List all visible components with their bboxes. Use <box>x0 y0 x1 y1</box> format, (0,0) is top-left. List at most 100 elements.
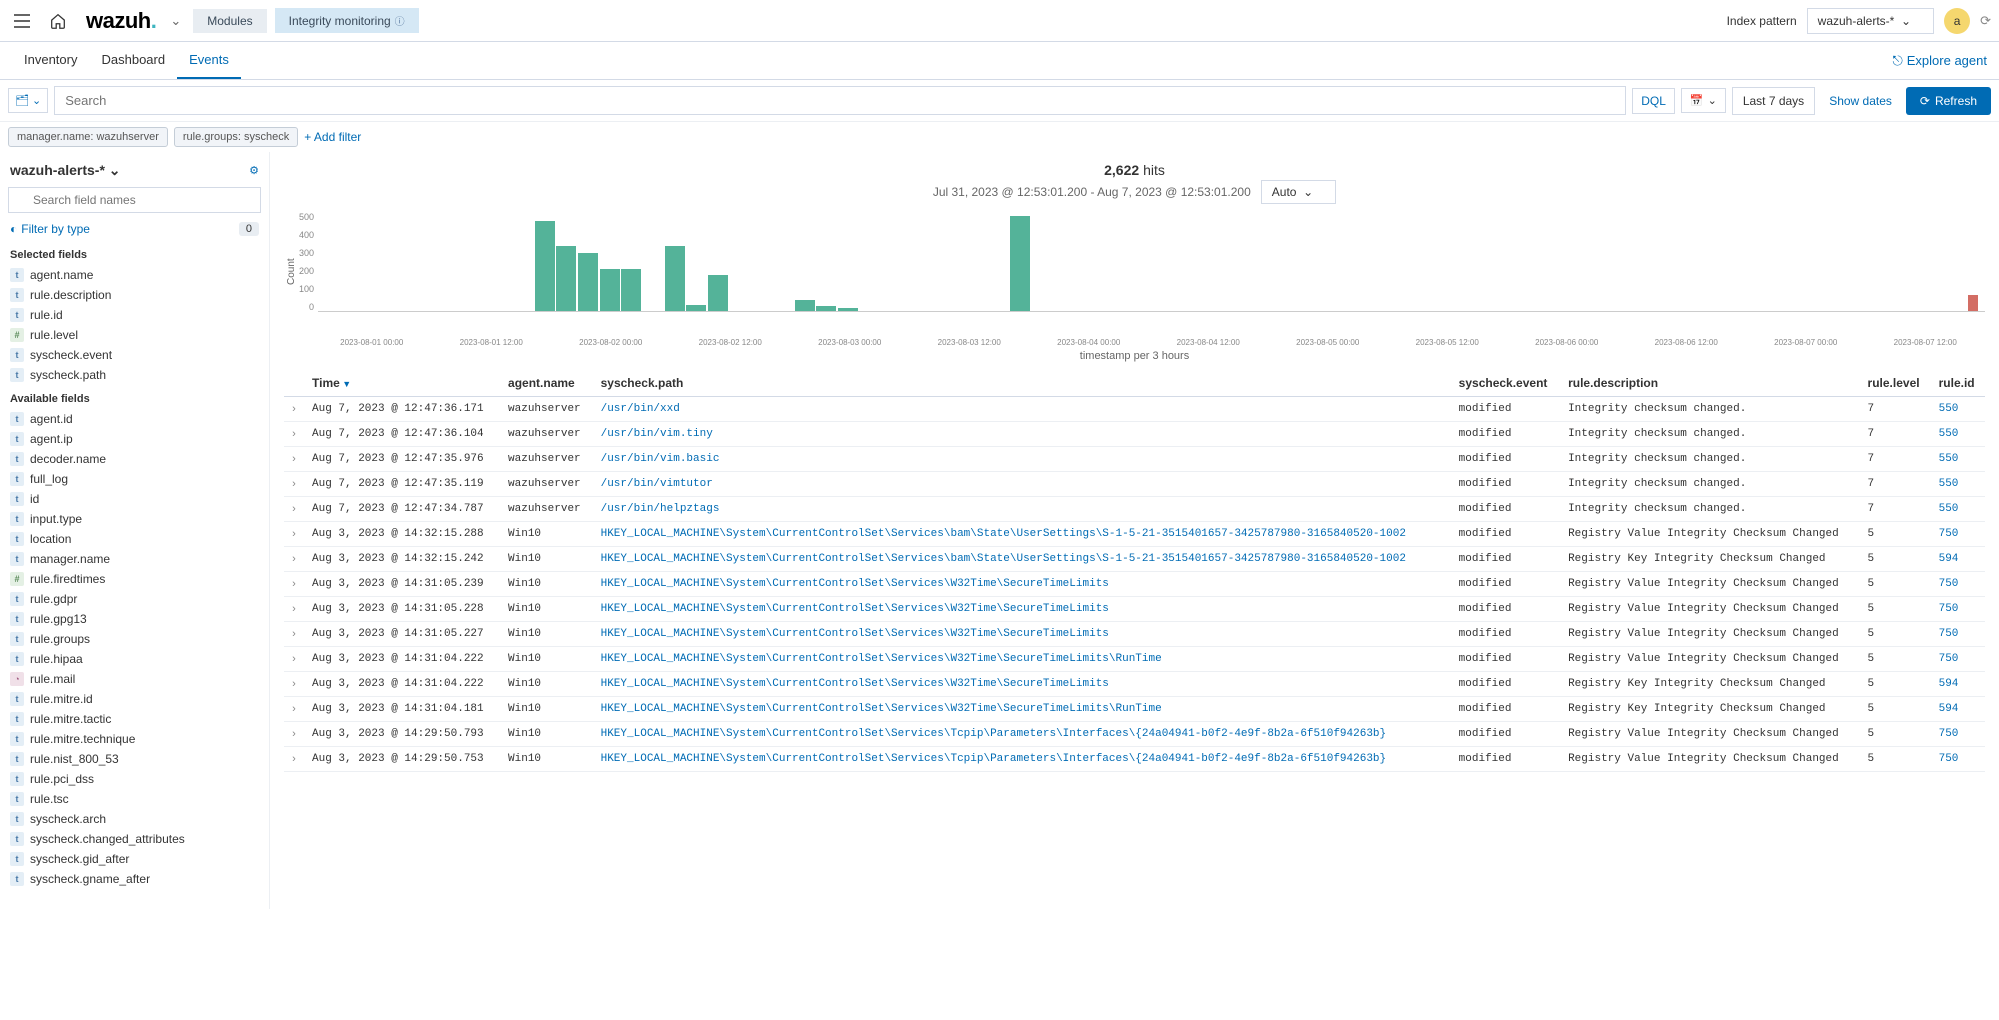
cell-rule-id[interactable]: 750 <box>1931 747 1985 772</box>
field-item[interactable]: tagent.name <box>8 265 261 285</box>
expand-row-icon[interactable]: › <box>284 747 304 772</box>
field-item[interactable]: tlocation <box>8 529 261 549</box>
cell-path[interactable]: HKEY_LOCAL_MACHINE\System\CurrentControl… <box>593 522 1451 547</box>
cell-path[interactable]: HKEY_LOCAL_MACHINE\System\CurrentControl… <box>593 697 1451 722</box>
interval-select[interactable]: Auto ⌄ <box>1261 180 1336 204</box>
histogram-bar[interactable] <box>556 246 576 311</box>
cell-rule-id[interactable]: 750 <box>1931 597 1985 622</box>
field-item[interactable]: trule.mitre.technique <box>8 729 261 749</box>
menu-icon[interactable] <box>8 7 36 35</box>
cell-rule-id[interactable]: 550 <box>1931 397 1985 422</box>
cell-rule-id[interactable]: 594 <box>1931 547 1985 572</box>
histogram-bar[interactable] <box>621 269 641 311</box>
field-item[interactable]: tmanager.name <box>8 549 261 569</box>
filter-pill[interactable]: rule.groups: syscheck <box>174 127 298 147</box>
field-item[interactable]: tdecoder.name <box>8 449 261 469</box>
field-search-input[interactable] <box>8 187 261 213</box>
field-item[interactable]: trule.mitre.id <box>8 689 261 709</box>
histogram-bar[interactable] <box>708 275 728 311</box>
date-range[interactable]: Last 7 days <box>1732 87 1815 115</box>
filter-pill[interactable]: manager.name: wazuhserver <box>8 127 168 147</box>
cell-path[interactable]: HKEY_LOCAL_MACHINE\System\CurrentControl… <box>593 547 1451 572</box>
histogram-bar[interactable] <box>665 246 685 311</box>
column-header[interactable]: rule.level <box>1860 370 1931 397</box>
histogram-bar[interactable] <box>795 300 815 311</box>
expand-row-icon[interactable]: › <box>284 497 304 522</box>
cell-rule-id[interactable]: 750 <box>1931 572 1985 597</box>
cell-rule-id[interactable]: 750 <box>1931 522 1985 547</box>
expand-row-icon[interactable]: › <box>284 722 304 747</box>
avatar[interactable]: a <box>1944 8 1970 34</box>
field-item[interactable]: trule.gpg13 <box>8 609 261 629</box>
expand-row-icon[interactable]: › <box>284 522 304 547</box>
expand-row-icon[interactable]: › <box>284 472 304 497</box>
expand-row-icon[interactable]: › <box>284 422 304 447</box>
sidebar-index-title[interactable]: wazuh-alerts-* ⌄ <box>10 162 121 179</box>
sidebar-settings-icon[interactable]: ⚙ <box>249 164 259 177</box>
histogram-chart[interactable]: Count 5004003002001000 <box>284 212 1985 332</box>
breadcrumb-integrity-monitoring[interactable]: Integrity monitoringⓘ <box>275 8 419 33</box>
field-item[interactable]: trule.groups <box>8 629 261 649</box>
gear-icon[interactable]: ⟳ <box>1980 13 1991 29</box>
cell-path[interactable]: /usr/bin/vim.tiny <box>593 422 1451 447</box>
breadcrumb-modules[interactable]: Modules <box>193 9 266 33</box>
expand-row-icon[interactable]: › <box>284 597 304 622</box>
field-item[interactable]: trule.tsc <box>8 789 261 809</box>
field-item[interactable]: tinput.type <box>8 509 261 529</box>
chevron-down-icon[interactable]: ⌄ <box>170 13 181 29</box>
search-options-toggle[interactable]: 🗂⌄ <box>8 88 48 113</box>
field-item[interactable]: ◔rule.mail <box>8 669 261 689</box>
field-item[interactable]: trule.description <box>8 285 261 305</box>
field-item[interactable]: trule.id <box>8 305 261 325</box>
tab-dashboard[interactable]: Dashboard <box>89 42 177 79</box>
date-quick-select[interactable]: 📅⌄ <box>1681 88 1726 113</box>
histogram-bar[interactable] <box>600 269 620 311</box>
search-input[interactable] <box>54 86 1626 115</box>
field-item[interactable]: tsyscheck.changed_attributes <box>8 829 261 849</box>
expand-row-icon[interactable]: › <box>284 447 304 472</box>
field-item[interactable]: trule.hipaa <box>8 649 261 669</box>
field-item[interactable]: trule.nist_800_53 <box>8 749 261 769</box>
histogram-bar[interactable] <box>1968 295 1978 311</box>
field-item[interactable]: tfull_log <box>8 469 261 489</box>
refresh-button[interactable]: ⟳ Refresh <box>1906 87 1991 115</box>
cell-path[interactable]: HKEY_LOCAL_MACHINE\System\CurrentControl… <box>593 672 1451 697</box>
expand-row-icon[interactable]: › <box>284 697 304 722</box>
cell-rule-id[interactable]: 550 <box>1931 497 1985 522</box>
cell-rule-id[interactable]: 750 <box>1931 647 1985 672</box>
info-icon[interactable]: ⓘ <box>395 17 405 28</box>
cell-rule-id[interactable]: 750 <box>1931 722 1985 747</box>
show-dates-link[interactable]: Show dates <box>1821 88 1900 114</box>
column-header[interactable]: Time <box>304 370 500 397</box>
cell-path[interactable]: HKEY_LOCAL_MACHINE\System\CurrentControl… <box>593 747 1451 772</box>
histogram-bar[interactable] <box>1010 216 1030 311</box>
field-item[interactable]: tsyscheck.path <box>8 365 261 385</box>
cell-path[interactable]: /usr/bin/helpztags <box>593 497 1451 522</box>
field-item[interactable]: tsyscheck.event <box>8 345 261 365</box>
expand-row-icon[interactable]: › <box>284 397 304 422</box>
filter-by-type[interactable]: ◐ Filter by type <box>10 222 90 236</box>
column-header[interactable]: agent.name <box>500 370 593 397</box>
column-header[interactable]: syscheck.path <box>593 370 1451 397</box>
field-item[interactable]: tagent.ip <box>8 429 261 449</box>
cell-path[interactable]: HKEY_LOCAL_MACHINE\System\CurrentControl… <box>593 622 1451 647</box>
field-item[interactable]: #rule.level <box>8 325 261 345</box>
tab-events[interactable]: Events <box>177 42 241 79</box>
histogram-bar[interactable] <box>838 308 858 311</box>
cell-path[interactable]: HKEY_LOCAL_MACHINE\System\CurrentControl… <box>593 647 1451 672</box>
cell-path[interactable]: HKEY_LOCAL_MACHINE\System\CurrentControl… <box>593 597 1451 622</box>
cell-rule-id[interactable]: 750 <box>1931 622 1985 647</box>
field-item[interactable]: tsyscheck.arch <box>8 809 261 829</box>
column-header[interactable]: rule.id <box>1931 370 1985 397</box>
expand-row-icon[interactable]: › <box>284 672 304 697</box>
index-pattern-select[interactable]: wazuh-alerts-* ⌄ <box>1807 8 1934 34</box>
field-item[interactable]: trule.mitre.tactic <box>8 709 261 729</box>
cell-path[interactable]: /usr/bin/vimtutor <box>593 472 1451 497</box>
add-filter-link[interactable]: + Add filter <box>304 130 361 144</box>
cell-path[interactable]: /usr/bin/xxd <box>593 397 1451 422</box>
histogram-bar[interactable] <box>578 253 598 311</box>
cell-rule-id[interactable]: 594 <box>1931 697 1985 722</box>
dql-toggle[interactable]: DQL <box>1632 88 1675 114</box>
column-header[interactable]: syscheck.event <box>1451 370 1560 397</box>
field-item[interactable]: trule.pci_dss <box>8 769 261 789</box>
